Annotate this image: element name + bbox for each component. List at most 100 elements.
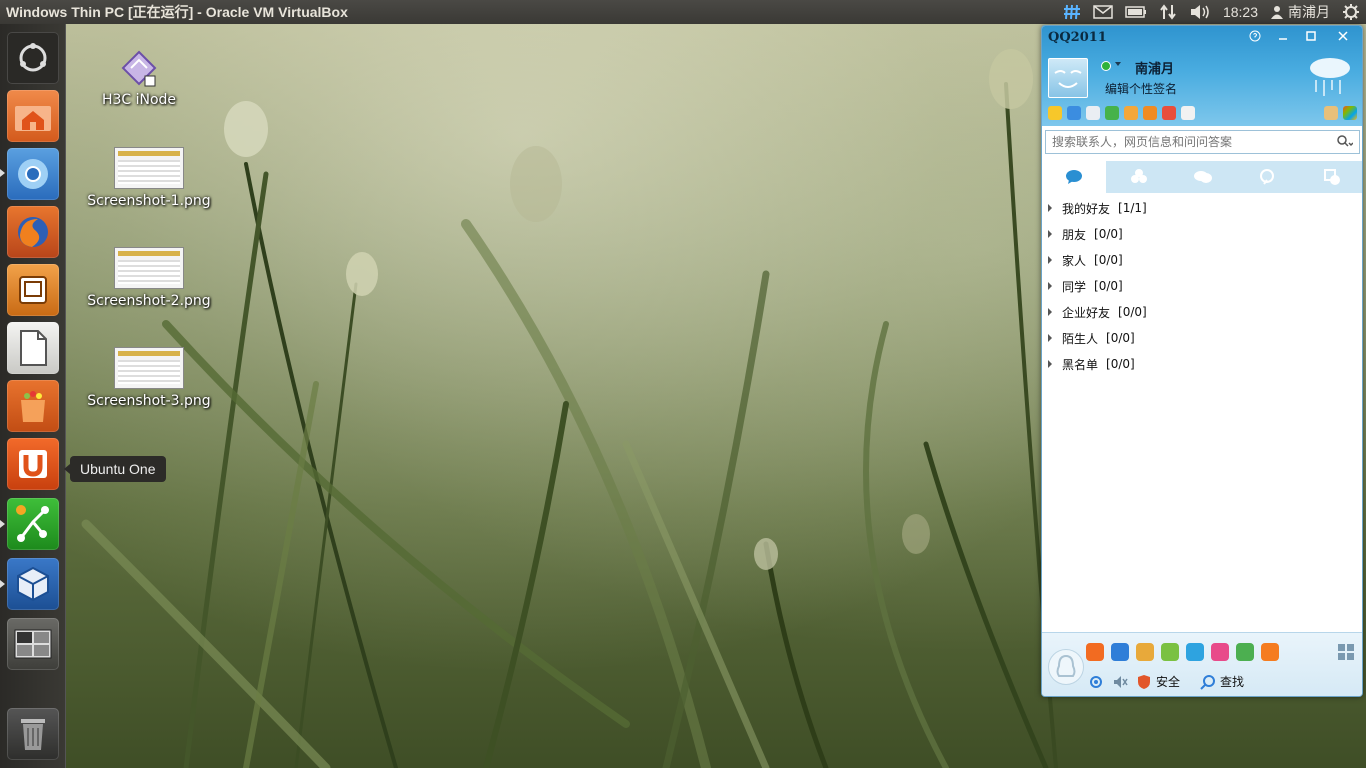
weather-icon[interactable]: [1306, 54, 1354, 98]
unity-launcher: [0, 24, 66, 768]
h3c-inode-icon: [119, 48, 159, 88]
tab-contacts[interactable]: [1042, 161, 1107, 193]
network-indicator[interactable]: [1153, 0, 1183, 24]
launcher-home-folder[interactable]: [7, 90, 59, 142]
signature-field[interactable]: 编辑个性签名: [1105, 80, 1177, 97]
qq-title: QQ2011: [1048, 30, 1107, 45]
news-icon[interactable]: [1181, 106, 1195, 120]
session-indicator[interactable]: [1336, 0, 1366, 24]
tab-groups[interactable]: [1171, 161, 1235, 193]
desktop-icon-screenshot-2[interactable]: Screenshot-2.png: [84, 247, 214, 309]
search-box[interactable]: [1045, 130, 1360, 154]
launcher-virtualbox[interactable]: [7, 558, 59, 610]
launcher-ubuntu-one[interactable]: [7, 438, 59, 490]
launcher-trash[interactable]: [7, 708, 59, 760]
qq-guard-icon[interactable]: [1236, 643, 1254, 661]
desktop-icon-screenshot-3[interactable]: Screenshot-3.png: [84, 347, 214, 409]
main-menu-button[interactable]: [1048, 649, 1084, 685]
search-input[interactable]: [1052, 135, 1322, 149]
contact-group[interactable]: 同学 [0/0]: [1042, 273, 1362, 299]
avatar[interactable]: [1048, 58, 1088, 98]
ubuntu-one-icon: [19, 450, 47, 478]
launcher-chromium[interactable]: [7, 148, 59, 200]
launcher-libreoffice[interactable]: [7, 322, 59, 374]
weibo-icon[interactable]: [1162, 106, 1176, 120]
clock[interactable]: 18:23: [1217, 0, 1264, 24]
help-icon: [1249, 30, 1261, 42]
running-indicator: [0, 169, 5, 177]
mail-indicator[interactable]: [1087, 0, 1119, 24]
desktop-icon-h3c-inode[interactable]: H3C iNode: [74, 48, 204, 108]
qq-bottom-tools: 安全 查找: [1088, 673, 1244, 690]
qq-music-icon[interactable]: [1161, 643, 1179, 661]
magnifier-icon: [1200, 674, 1216, 690]
contact-group[interactable]: 朋友 [0/0]: [1042, 221, 1362, 247]
contact-group[interactable]: 陌生人 [0/0]: [1042, 325, 1362, 351]
launcher-dash-home[interactable]: [7, 32, 59, 84]
battery-indicator[interactable]: [1119, 0, 1153, 24]
minimize-button[interactable]: [1272, 28, 1294, 44]
expand-arrow-icon: [1048, 204, 1052, 212]
qq-video-icon[interactable]: [1186, 643, 1204, 661]
qq-tabs: [1042, 161, 1362, 193]
security-label: 安全: [1156, 675, 1181, 689]
keyboard-indicator[interactable]: [1057, 0, 1087, 24]
launcher-tooltip: Ubuntu One: [64, 456, 166, 482]
group-count: [0/0]: [1094, 227, 1123, 241]
contact-group[interactable]: 黑名单 [0/0]: [1042, 351, 1362, 377]
online-status-icon[interactable]: [1101, 61, 1111, 71]
git-graph-icon: [16, 505, 49, 542]
qq-pet-icon[interactable]: [1111, 643, 1129, 661]
qq-farm-icon[interactable]: [1136, 643, 1154, 661]
find-button[interactable]: 查找: [1200, 673, 1244, 690]
clover-icon[interactable]: [1105, 106, 1119, 120]
tab-space[interactable]: [1106, 161, 1170, 193]
contact-group[interactable]: 家人 [0/0]: [1042, 247, 1362, 273]
mail-icon[interactable]: [1086, 106, 1100, 120]
top-panel: Windows Thin PC [正在运行] - Oracle VM Virtu…: [0, 0, 1366, 24]
volume-indicator[interactable]: [1183, 0, 1217, 24]
close-button[interactable]: [1332, 28, 1354, 44]
mute-icon[interactable]: [1112, 674, 1128, 690]
launcher-firefox[interactable]: [7, 206, 59, 258]
launcher-software-center[interactable]: [7, 380, 59, 432]
soso-icon[interactable]: [1067, 106, 1081, 120]
shield-icon: [1138, 674, 1150, 689]
shopping-bag-icon: [21, 391, 45, 422]
volume-icon: [1190, 5, 1209, 19]
qq-game-icon[interactable]: [1086, 643, 1104, 661]
launcher-gitg[interactable]: [7, 498, 59, 550]
contact-group[interactable]: 我的好友 [1/1]: [1042, 195, 1362, 221]
firefox-icon: [18, 217, 48, 247]
search-icon[interactable]: [1337, 135, 1353, 149]
settings-icon[interactable]: [1088, 674, 1104, 690]
group-name: 家人: [1062, 253, 1087, 268]
wallet-icon[interactable]: [1143, 106, 1157, 120]
microblog-icon: [1260, 169, 1275, 185]
shopping-icon[interactable]: [1124, 106, 1138, 120]
message-box-icon[interactable]: [1324, 106, 1338, 120]
ubuntu-logo-icon: [19, 43, 47, 72]
star-icon[interactable]: [1048, 106, 1062, 120]
image-thumbnail-icon: [114, 347, 184, 389]
maximize-button[interactable]: [1300, 28, 1322, 44]
status-dropdown-icon[interactable]: [1115, 62, 1121, 66]
help-button[interactable]: [1244, 28, 1266, 44]
running-indicator: [0, 520, 5, 528]
contact-group[interactable]: 企业好友 [0/0]: [1042, 299, 1362, 325]
app-grid-icon[interactable]: [1338, 644, 1354, 660]
security-button[interactable]: 安全: [1136, 673, 1180, 690]
launcher-thunderbird[interactable]: [7, 264, 59, 316]
desktop-icon-label: Screenshot-1.png: [87, 193, 211, 209]
indicator-area: 18:23 南浦月: [1057, 0, 1366, 24]
group-count: [1/1]: [1118, 201, 1147, 215]
tab-recent[interactable]: [1300, 161, 1362, 193]
launcher-workspace-switcher[interactable]: [7, 618, 59, 670]
qq-paipai-icon[interactable]: [1261, 643, 1279, 661]
home-folder-icon: [15, 106, 51, 131]
desktop-icon-screenshot-1[interactable]: Screenshot-1.png: [84, 147, 214, 209]
skin-icon[interactable]: [1343, 106, 1357, 120]
qq-show-icon[interactable]: [1211, 643, 1229, 661]
user-indicator[interactable]: 南浦月: [1264, 0, 1336, 24]
tab-microblog[interactable]: [1235, 161, 1299, 193]
